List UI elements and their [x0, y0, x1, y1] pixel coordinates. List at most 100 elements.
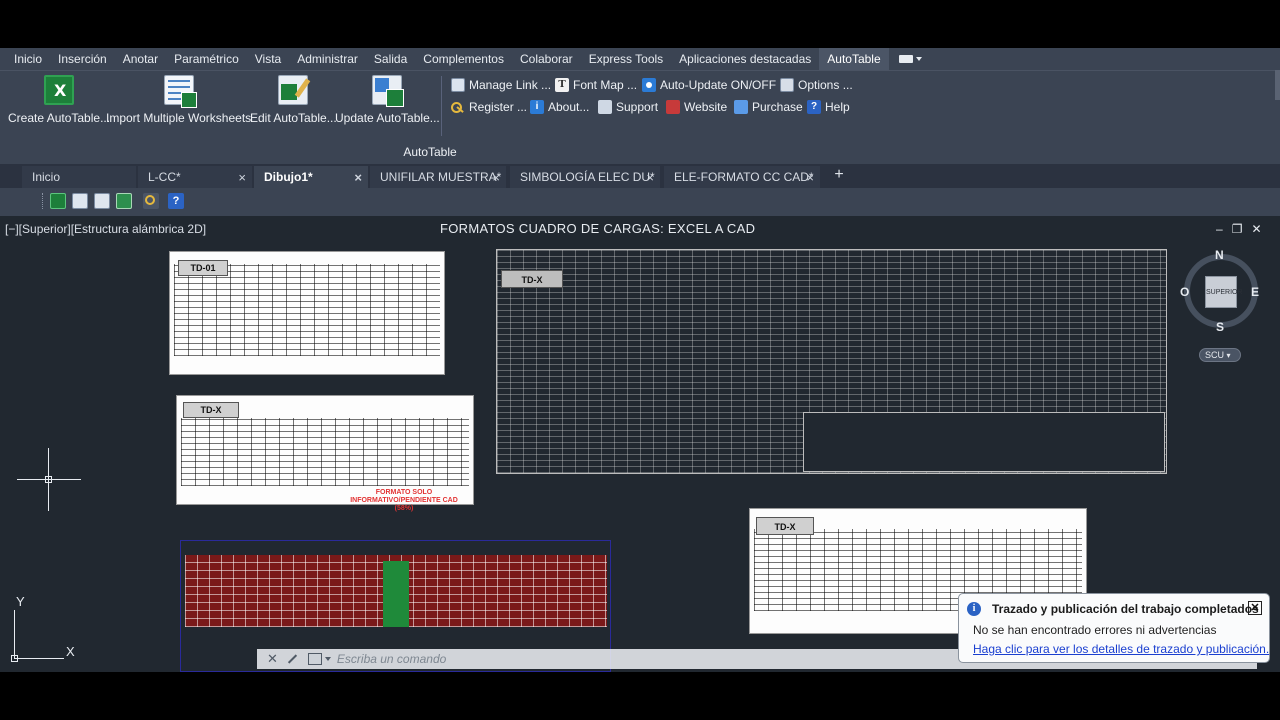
viewport-controls-label[interactable]: [−][Superior][Estructura alámbrica 2D] [5, 222, 206, 236]
empty-block [803, 412, 1165, 472]
table-td01-sheet[interactable]: TD-01 [169, 251, 445, 375]
ribbon-tab-express-tools[interactable]: Express Tools [581, 48, 671, 70]
ucs-menu-button[interactable]: SCU ▾ [1199, 348, 1241, 362]
autotable-toolbar [0, 188, 1280, 216]
compass-east[interactable]: E [1251, 285, 1259, 299]
options-label: Options ... [798, 78, 853, 92]
website-label: Website [684, 100, 728, 114]
command-prompt-icon[interactable] [307, 653, 322, 665]
ribbon-tab-inicio[interactable]: Inicio [6, 48, 50, 70]
close-icon[interactable]: ✕ [1251, 222, 1261, 236]
edit-table-icon [278, 75, 309, 105]
close-icon[interactable]: × [806, 170, 814, 185]
command-input[interactable] [336, 651, 937, 667]
close-icon[interactable]: × [354, 170, 362, 185]
update-autotable-button[interactable]: Update AutoTable... [335, 75, 440, 133]
file-tab-unifilar-muestra[interactable]: UNIFILAR MUESTRA* × [370, 166, 506, 188]
compass-south[interactable]: S [1216, 320, 1224, 334]
auto-update-toggle[interactable]: Auto-Update ON/OFF [642, 76, 776, 94]
support-icon [598, 100, 612, 114]
import-worksheets-button[interactable]: Import Multiple Worksheets [106, 75, 251, 133]
file-tab-label: Dibujo1* [264, 170, 313, 184]
close-icon[interactable]: × [646, 170, 654, 185]
file-tab-inicio[interactable]: Inicio [22, 166, 136, 188]
toolbar-grip[interactable] [42, 193, 45, 209]
options-icon [780, 78, 794, 92]
edit-autotable-button[interactable]: Edit AutoTable... [250, 75, 337, 133]
toolbar-help-button[interactable]: ? [168, 193, 184, 209]
toolbar-import-worksheets-button[interactable] [72, 193, 88, 209]
chevron-down-icon [915, 57, 922, 61]
about-button[interactable]: i About... [530, 98, 589, 116]
purchase-button[interactable]: Purchase [734, 98, 803, 116]
ribbon-tab-aplicaciones-destacadas[interactable]: Aplicaciones destacadas [671, 48, 819, 70]
file-tab-label: Inicio [32, 170, 61, 184]
register-label: Register ... [469, 100, 528, 114]
close-icon[interactable]: ✕ [267, 651, 278, 667]
ribbon-tab-administrar[interactable]: Administrar [289, 48, 366, 70]
ucs-y-axis [14, 610, 15, 658]
create-autotable-label: Create AutoTable... [8, 111, 111, 125]
toolbar-register-button[interactable] [143, 193, 159, 209]
manage-link-button[interactable]: Manage Link ... [451, 76, 551, 94]
manage-link-label: Manage Link ... [469, 78, 552, 92]
viewport-window-controls: ‒ ❐ ✕ [1216, 222, 1262, 236]
font-icon: T [555, 78, 569, 92]
toolbar-edit-autotable-button[interactable] [94, 193, 110, 209]
options-button[interactable]: Options ... [780, 76, 853, 94]
table-grid [174, 264, 440, 356]
ribbon-scroll-strip [1275, 70, 1280, 100]
edit-autotable-label: Edit AutoTable... [250, 111, 337, 125]
file-tab-l-cc[interactable]: L-CC* × [138, 166, 252, 188]
notification-body: No se han encontrado errores ni adverten… [973, 623, 1217, 637]
ribbon-tab-autotable[interactable]: AutoTable [819, 48, 889, 70]
ribbon-tab-bar: Inicio Inserción Anotar Paramétrico Vist… [0, 48, 1280, 70]
plot-details-link[interactable]: Haga clic para ver los detalles de traza… [973, 642, 1269, 656]
ribbon-display-options-button[interactable] [898, 55, 922, 63]
ribbon-tab-parametrico[interactable]: Paramétrico [166, 48, 247, 70]
table-tdx-dark-sheet[interactable]: TD-X [496, 249, 1167, 474]
help-label: Help [825, 100, 850, 114]
plot-notification-balloon: i Trazado y publicación del trabajo comp… [958, 593, 1270, 663]
file-tab-label: ELE-FORMATO CC CAD* [674, 170, 814, 184]
file-tab-label: SIMBOLOGÍA ELEC DU* [520, 170, 655, 184]
restore-icon[interactable]: ❐ [1232, 222, 1243, 236]
compass-west[interactable]: O [1180, 285, 1189, 299]
cart-icon [734, 100, 748, 114]
register-button[interactable]: Register ... [451, 98, 527, 116]
help-button[interactable]: ? Help [807, 98, 850, 116]
close-icon[interactable]: ✕ [1248, 601, 1262, 615]
new-tab-button[interactable]: + [830, 166, 848, 184]
file-tab-simbologia-elec[interactable]: SIMBOLOGÍA ELEC DU* × [510, 166, 660, 188]
close-icon[interactable]: × [238, 170, 246, 185]
purchase-label: Purchase [752, 100, 803, 114]
website-button[interactable]: Website [666, 98, 727, 116]
ribbon-tab-complementos[interactable]: Complementos [415, 48, 512, 70]
create-autotable-button[interactable]: Create AutoTable... [8, 75, 110, 133]
table-grid [181, 418, 469, 486]
file-tab-ele-formato[interactable]: ELE-FORMATO CC CAD* × [664, 166, 820, 188]
ribbon-tab-anotar[interactable]: Anotar [115, 48, 166, 70]
info-icon: i [530, 100, 544, 114]
support-button[interactable]: Support [598, 98, 658, 116]
ribbon-tab-insercion[interactable]: Inserción [50, 48, 115, 70]
ribbon-tab-colaborar[interactable]: Colaborar [512, 48, 581, 70]
auto-update-icon [642, 78, 656, 92]
minimize-icon[interactable]: ‒ [1216, 222, 1223, 236]
close-icon[interactable]: × [492, 170, 500, 185]
viewcube-top-face[interactable]: SUPERIOR [1205, 276, 1243, 308]
update-table-icon [372, 75, 405, 107]
compass-north[interactable]: N [1215, 248, 1224, 262]
file-tab-label: L-CC* [148, 170, 181, 184]
ribbon-separator [441, 76, 442, 136]
red-note-text: FORMATO SOLO INFORMATIVO/PENDIENTE CAD (… [350, 489, 458, 512]
toolbar-create-autotable-button[interactable] [50, 193, 66, 209]
toolbar-update-autotable-button[interactable] [116, 193, 132, 209]
font-map-button[interactable]: T Font Map ... [555, 76, 637, 94]
file-tab-dibujo1[interactable]: Dibujo1* × [254, 166, 368, 188]
ribbon-tab-salida[interactable]: Salida [366, 48, 415, 70]
wrench-icon[interactable] [286, 653, 298, 665]
ucs-menu-label: SCU [1205, 350, 1225, 360]
ribbon-tab-vista[interactable]: Vista [247, 48, 289, 70]
chevron-down-icon[interactable] [324, 657, 331, 661]
